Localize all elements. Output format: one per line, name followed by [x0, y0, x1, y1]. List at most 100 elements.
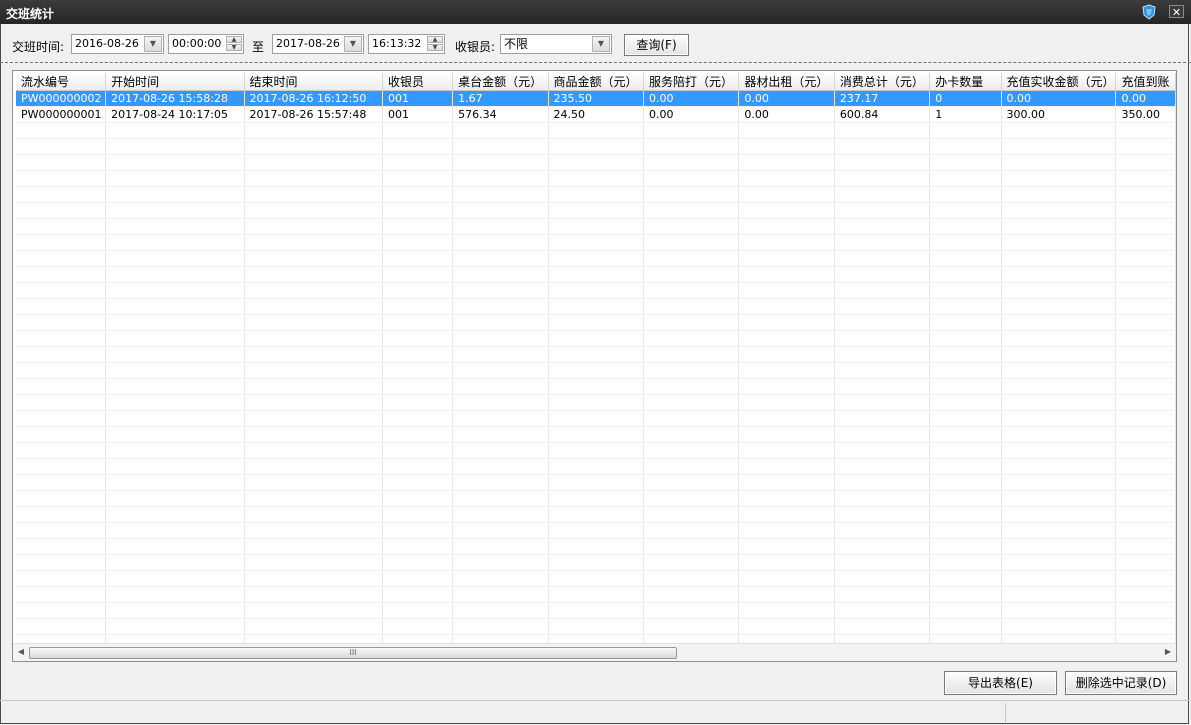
empty-cell: [1001, 522, 1117, 539]
table-row[interactable]: PW000000002 2017-08-26 15:58:28 2017-08-…: [16, 90, 1176, 107]
spin-down-icon[interactable]: ▼: [427, 44, 443, 51]
column-header-end-time[interactable]: 结束时间: [244, 73, 383, 91]
empty-cell: [244, 490, 383, 507]
empty-cell: [452, 266, 549, 283]
empty-cell: [452, 378, 549, 395]
empty-row: [16, 314, 1176, 331]
empty-cell: [548, 506, 644, 523]
empty-cell: [16, 506, 107, 523]
empty-cell: [105, 410, 245, 427]
close-button[interactable]: ✕: [1169, 5, 1184, 19]
scroll-left-icon[interactable]: ◀: [15, 647, 27, 656]
empty-cell: [1001, 202, 1117, 219]
column-header-recharge-received[interactable]: 充值实收金额（元）: [1001, 73, 1117, 91]
empty-cell: [738, 618, 835, 635]
empty-cell: [643, 618, 740, 635]
empty-cell: [452, 618, 549, 635]
query-button[interactable]: 查询(F): [624, 34, 689, 56]
empty-cell: [105, 154, 245, 171]
cell: 001: [382, 106, 454, 123]
empty-row: [16, 426, 1176, 443]
empty-cell: [105, 250, 245, 267]
empty-cell: [548, 602, 644, 619]
empty-cell: [1115, 522, 1176, 539]
empty-cell: [548, 570, 644, 587]
empty-cell: [244, 554, 383, 571]
empty-cell: [548, 554, 644, 571]
empty-cell: [105, 218, 245, 235]
empty-cell: [548, 202, 644, 219]
empty-cell: [1001, 426, 1117, 443]
empty-cell: [244, 394, 383, 411]
export-table-button[interactable]: 导出表格(E): [944, 671, 1057, 695]
empty-cell: [382, 122, 454, 139]
end-time-field[interactable]: 16:13:32 ▲ ▼: [368, 34, 445, 54]
empty-cell: [16, 458, 107, 475]
empty-cell: [929, 298, 1002, 315]
empty-cell: [929, 410, 1002, 427]
window-title: 交班统计: [6, 7, 55, 21]
scroll-right-icon[interactable]: ▶: [1162, 647, 1174, 656]
column-header-cashier[interactable]: 收银员: [382, 73, 454, 91]
end-time-value: 16:13:32: [372, 37, 422, 50]
empty-cell: [1115, 170, 1176, 187]
empty-row: [16, 506, 1176, 523]
empty-cell: [643, 362, 740, 379]
empty-cell: [548, 234, 644, 251]
column-header-serial[interactable]: 流水编号: [16, 73, 107, 91]
empty-cell: [643, 538, 740, 555]
start-time-field[interactable]: 00:00:00 ▲ ▼: [168, 34, 244, 54]
empty-cell: [244, 506, 383, 523]
empty-cell: [452, 522, 549, 539]
scroll-thumb[interactable]: III: [29, 647, 677, 659]
empty-cell: [929, 362, 1002, 379]
empty-cell: [548, 586, 644, 603]
start-date-picker[interactable]: 2016-08-26 ▼: [71, 34, 164, 54]
spin-up-icon[interactable]: ▲: [427, 36, 443, 43]
start-time-value: 00:00:00: [172, 37, 222, 50]
empty-cell: [929, 602, 1002, 619]
column-header-recharge-credited[interactable]: 充值到账: [1115, 73, 1176, 91]
end-time-spinner[interactable]: ▲ ▼: [427, 36, 443, 52]
column-header-start-time[interactable]: 开始时间: [105, 73, 245, 91]
spin-up-icon[interactable]: ▲: [226, 36, 242, 43]
empty-cell: [1115, 410, 1176, 427]
empty-cell: [1115, 618, 1176, 635]
column-header-table-amount[interactable]: 桌台金额（元）: [452, 73, 549, 91]
horizontal-scrollbar[interactable]: ◀ III ▶: [13, 643, 1176, 661]
empty-cell: [929, 186, 1002, 203]
empty-cell: [244, 602, 383, 619]
empty-cell: [1001, 234, 1117, 251]
empty-cell: [548, 282, 644, 299]
empty-cell: [643, 378, 740, 395]
column-header-total[interactable]: 消费总计（元）: [834, 73, 931, 91]
empty-cell: [834, 250, 931, 267]
cell: 001: [382, 90, 454, 107]
empty-cell: [548, 266, 644, 283]
end-date-picker[interactable]: 2017-08-26 ▼: [272, 34, 364, 54]
empty-cell: [1001, 154, 1117, 171]
column-header-service[interactable]: 服务陪打（元）: [643, 73, 740, 91]
spin-down-icon[interactable]: ▼: [226, 44, 242, 51]
cashier-select[interactable]: 不限 ▼: [500, 34, 612, 54]
empty-cell: [244, 570, 383, 587]
shift-records-grid[interactable]: 流水编号 开始时间 结束时间 收银员 桌台金额（元） 商品金额（元） 服务陪打（…: [12, 70, 1177, 662]
empty-cell: [16, 362, 107, 379]
empty-cell: [16, 490, 107, 507]
empty-cell: [643, 330, 740, 347]
chevron-down-icon[interactable]: ▼: [592, 36, 610, 52]
empty-cell: [382, 298, 454, 315]
chevron-down-icon[interactable]: ▼: [344, 36, 362, 52]
column-header-goods-amount[interactable]: 商品金额（元）: [548, 73, 644, 91]
table-row[interactable]: PW000000001 2017-08-24 10:17:05 2017-08-…: [16, 106, 1176, 123]
empty-cell: [834, 346, 931, 363]
title-bar: 交班统计 ✕: [0, 0, 1191, 24]
column-header-card-count[interactable]: 办卡数量: [929, 73, 1002, 91]
start-time-spinner[interactable]: ▲ ▼: [226, 36, 242, 52]
column-header-equipment-rental[interactable]: 器材出租（元）: [738, 73, 835, 91]
cell: 0.00: [643, 106, 740, 123]
empty-cell: [244, 234, 383, 251]
delete-selected-button[interactable]: 删除选中记录(D): [1065, 671, 1177, 695]
empty-cell: [548, 138, 644, 155]
chevron-down-icon[interactable]: ▼: [144, 36, 162, 52]
